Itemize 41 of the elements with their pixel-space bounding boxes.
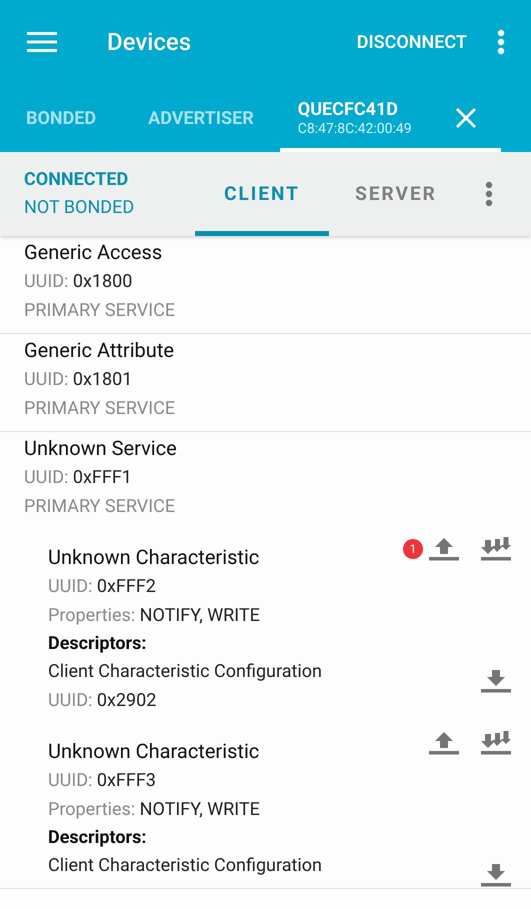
app-title: Devices xyxy=(107,27,192,58)
descriptors-heading: Descriptors: xyxy=(48,826,148,850)
characteristic-name: Unknown Characteristic xyxy=(48,738,260,765)
characteristic-uuid: UUID: 0xFFF2 xyxy=(48,575,157,599)
descriptor-uuid: UUID: 0x2902 xyxy=(48,689,158,713)
connection-state: CONNECTED xyxy=(24,168,130,192)
multiple-download-icon[interactable] xyxy=(481,537,511,561)
descriptor-name: Client Characteristic Configuration xyxy=(48,660,322,684)
service-uuid: UUID: 0x1801 xyxy=(24,368,134,392)
device-address: C8:47:8C:42:00:49 xyxy=(298,122,412,136)
download-icon[interactable] xyxy=(481,669,511,693)
descriptor-name: Client Characteristic Configuration xyxy=(48,854,322,878)
service-name[interactable]: Generic Attribute xyxy=(24,336,531,365)
upload-icon[interactable] xyxy=(429,537,459,561)
service-uuid: UUID: 0xFFF1 xyxy=(24,466,133,490)
multiple-download-icon[interactable] xyxy=(481,731,511,755)
download-icon[interactable] xyxy=(481,863,511,887)
descriptors-heading: Descriptors: xyxy=(48,632,148,656)
bond-state: NOT BONDED xyxy=(24,196,136,220)
characteristic-properties: Properties: NOTIFY, WRITE xyxy=(48,798,261,822)
more-icon[interactable] xyxy=(497,29,505,55)
sub-tab[interactable]: CLIENT xyxy=(195,152,329,236)
service-type: PRIMARY SERVICE xyxy=(24,299,176,323)
device-name: QUECFC41D xyxy=(298,100,399,118)
service-name[interactable]: Generic Access xyxy=(24,238,531,267)
tab[interactable]: BONDED xyxy=(0,88,122,152)
service-name[interactable]: Unknown Service xyxy=(24,434,531,463)
service-type: PRIMARY SERVICE xyxy=(24,495,176,519)
characteristic-properties: Properties: NOTIFY, WRITE xyxy=(48,604,261,628)
notification-badge: 1 xyxy=(403,539,423,559)
sub-tab[interactable]: SERVER xyxy=(329,152,463,236)
characteristic-uuid: UUID: 0xFFF3 xyxy=(48,769,157,793)
service-uuid: UUID: 0x1800 xyxy=(24,270,134,294)
tab[interactable]: ADVERTISER xyxy=(122,88,280,152)
close-icon[interactable] xyxy=(454,107,477,129)
upload-icon[interactable] xyxy=(429,731,459,755)
characteristic-name: Unknown Characteristic xyxy=(48,544,260,571)
menu-icon[interactable] xyxy=(27,31,57,53)
disconnect-button[interactable]: DISCONNECT xyxy=(356,28,467,56)
service-type: PRIMARY SERVICE xyxy=(24,397,176,421)
more-icon[interactable] xyxy=(485,181,493,207)
